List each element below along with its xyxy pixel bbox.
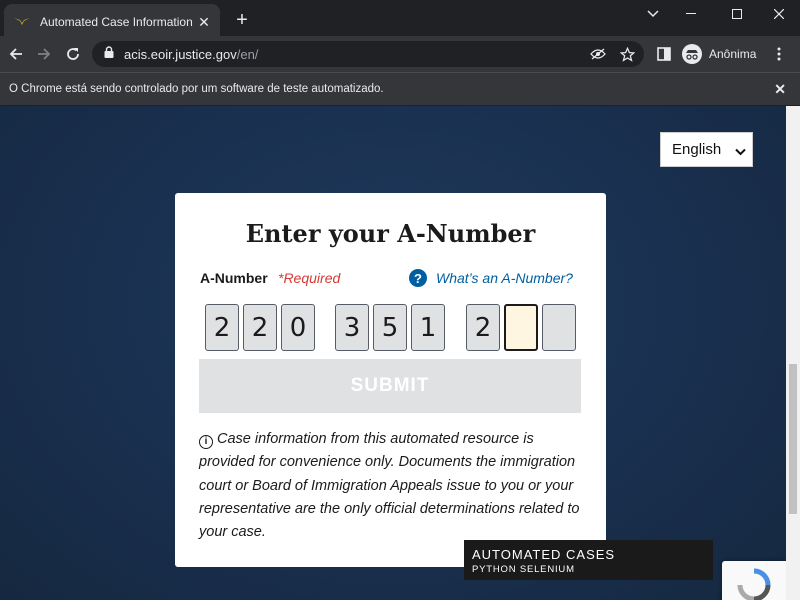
reload-icon[interactable] [61, 42, 85, 66]
watermark-overlay: AUTOMATED CASES PYTHON SELENIUM [464, 540, 713, 580]
scrollbar-thumb[interactable] [789, 364, 797, 514]
anumber-digit-5[interactable]: 5 [373, 304, 407, 351]
eagle-favicon-icon [14, 14, 30, 30]
chevron-down-icon [735, 143, 746, 160]
address-bar[interactable]: acis.eoir.justice.gov/en/ [92, 41, 644, 67]
page-content: English Enter your A-Number A-Number *Re… [0, 106, 786, 600]
tab-close-icon[interactable]: ✕ [196, 14, 212, 31]
info-circle-icon: i [199, 434, 213, 449]
anumber-digit-3[interactable]: 0 [281, 304, 315, 351]
anumber-digit-9[interactable] [542, 304, 576, 351]
profile-label: Anônima [709, 47, 757, 61]
disclaimer-body: Case information from this automated res… [199, 431, 580, 541]
browser-tab[interactable]: Automated Case Information ✕ [4, 4, 220, 40]
forward-arrow-icon[interactable] [32, 42, 56, 66]
minimize-icon[interactable] [668, 4, 714, 24]
new-tab-button[interactable]: + [232, 10, 252, 30]
infobar-text: O Chrome está sendo controlado por um so… [9, 83, 384, 95]
recaptcha-badge[interactable] [722, 561, 786, 600]
url-domain: acis.eoir.justice.gov [124, 46, 237, 62]
question-circle-icon[interactable]: ? [409, 269, 427, 287]
automation-infobar: O Chrome está sendo controlado por um so… [0, 72, 800, 105]
anumber-digit-8[interactable] [504, 304, 538, 351]
tab-title: Automated Case Information [40, 15, 193, 29]
browser-toolbar: acis.eoir.justice.gov/en/ Anônima [0, 36, 800, 72]
language-select[interactable]: English [660, 132, 753, 167]
eye-off-icon[interactable] [590, 46, 606, 62]
anumber-digit-2[interactable]: 2 [243, 304, 277, 351]
anumber-digit-7[interactable]: 2 [466, 304, 500, 351]
window-close-icon[interactable] [756, 4, 800, 24]
watermark-title: AUTOMATED CASES [472, 547, 616, 562]
star-icon[interactable] [619, 46, 635, 62]
url-path: /en/ [236, 46, 259, 62]
page-title: Enter your A-Number [245, 219, 536, 248]
lock-icon[interactable] [104, 45, 114, 63]
side-panel-icon[interactable] [652, 42, 676, 66]
language-select-value: English [672, 141, 722, 158]
anumber-digit-6[interactable]: 1 [411, 304, 445, 351]
required-label: *Required [278, 270, 341, 286]
infobar-close-icon[interactable]: ✕ [774, 81, 786, 98]
incognito-profile-button[interactable]: Anônima [682, 41, 756, 67]
whats-an-anumber-link[interactable]: What’s an A-Number? [436, 270, 573, 286]
disclaimer-text: i Case information from this automated re… [199, 428, 584, 544]
recaptcha-icon [737, 568, 771, 600]
maximize-icon[interactable] [714, 4, 760, 24]
page-scrollbar[interactable] [786, 106, 800, 600]
watermark-subtitle: PYTHON SELENIUM [472, 564, 575, 575]
kebab-menu-icon[interactable] [767, 42, 791, 66]
anumber-label: A-Number [200, 270, 268, 286]
back-arrow-icon[interactable] [4, 42, 28, 66]
tab-strip: Automated Case Information ✕ + [0, 0, 800, 40]
anumber-card: Enter your A-Number A-Number *Required ?… [175, 193, 606, 567]
anumber-digit-1[interactable]: 2 [205, 304, 239, 351]
incognito-icon [682, 44, 702, 64]
url-text: acis.eoir.justice.gov/en/ [124, 47, 258, 62]
submit-button[interactable]: SUBMIT [199, 359, 581, 413]
anumber-digit-4[interactable]: 3 [335, 304, 369, 351]
